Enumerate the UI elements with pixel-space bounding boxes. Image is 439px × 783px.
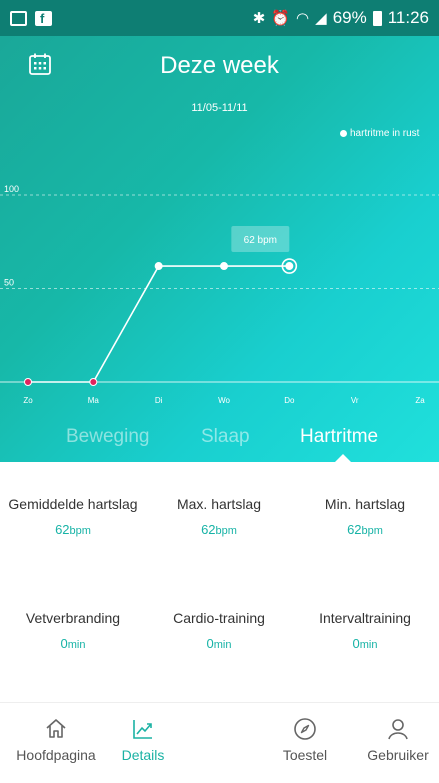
tab-slaap[interactable]: Slaap xyxy=(201,426,250,448)
heart-rate-chart: 100 50 62 bpm Zo Ma Di Wo Do Vr Za xyxy=(0,184,439,405)
nav-item-home[interactable]: Hoofdpagina xyxy=(8,717,104,763)
y-tick-label: 100 xyxy=(4,184,19,194)
nav-item-details[interactable]: Details xyxy=(108,717,178,763)
date-range: 11/05-11/11 xyxy=(191,102,248,114)
data-point xyxy=(24,378,32,386)
alarm-icon: ⏰ xyxy=(271,10,291,27)
stat-value: 62bpm xyxy=(55,522,91,537)
nav-item-device[interactable]: Toestel xyxy=(270,717,340,763)
stat-cardio-training: Cardio-training 0min xyxy=(146,610,292,651)
header: Deze week xyxy=(0,36,439,96)
phone-screen: f ✱ ⏰ ◠ ◢ 69% 11:26 Deze week 11/05-11/1… xyxy=(0,0,439,783)
nav-label: Toestel xyxy=(282,747,328,763)
stat-max-heart-rate: Max. hartslag 62bpm xyxy=(146,496,292,537)
stats-panel: Gemiddelde hartslag 62bpm Max. hartslag … xyxy=(0,462,439,702)
x-tick-label: Wo xyxy=(218,396,230,405)
nav-item-user[interactable]: Gebruiker xyxy=(358,717,438,763)
stat-value: 0min xyxy=(206,636,232,651)
legend-dot-icon xyxy=(340,130,347,137)
data-point xyxy=(220,262,228,271)
legend-label: hartritme in rust xyxy=(350,128,420,139)
x-tick-label: Za xyxy=(415,396,425,405)
clock: 11:26 xyxy=(387,8,429,27)
stat-label: Min. hartslag xyxy=(324,496,406,512)
stat-value: 62bpm xyxy=(201,522,237,537)
tab-beweging[interactable]: Beweging xyxy=(66,426,149,448)
chart-icon xyxy=(133,720,152,739)
battery-icon xyxy=(372,10,382,26)
tooltip-text: 62 bpm xyxy=(244,235,277,246)
stat-min-heart-rate: Min. hartslag 62bpm xyxy=(292,496,438,537)
stat-fat-burning: Vetverbranding 0min xyxy=(0,610,146,651)
facebook-notification-icon: f xyxy=(35,10,52,26)
page-title: Deze week xyxy=(160,52,279,79)
bottom-navigation: Hoofdpagina Details Toestel Gebruiker xyxy=(0,702,439,783)
x-tick-label: Di xyxy=(155,396,163,405)
data-point xyxy=(154,262,163,271)
stat-label: Vetverbranding xyxy=(25,610,121,626)
tab-hartritme[interactable]: Hartritme xyxy=(300,426,378,448)
user-icon xyxy=(388,719,408,740)
stat-label: Max. hartslag xyxy=(176,496,262,512)
stat-value: 0min xyxy=(352,636,378,651)
nav-label: Gebruiker xyxy=(367,747,429,763)
bluetooth-icon: ✱ xyxy=(252,10,266,27)
stat-interval-training: Intervaltraining 0min xyxy=(292,610,438,651)
x-tick-label: Zo xyxy=(23,396,33,405)
stat-label: Intervaltraining xyxy=(319,610,411,626)
y-tick-label: 50 xyxy=(4,278,14,288)
wifi-icon: ◠ xyxy=(296,10,310,27)
signal-icon: ◢ xyxy=(315,10,327,27)
compass-icon xyxy=(294,718,316,740)
stat-label: Gemiddelde hartslag xyxy=(8,496,138,512)
data-point xyxy=(285,262,294,271)
home-icon xyxy=(46,719,66,738)
active-tab-pointer xyxy=(335,454,351,462)
series-line xyxy=(28,265,290,383)
x-tick-label: Do xyxy=(284,396,295,405)
stat-value: 62bpm xyxy=(347,522,383,537)
nav-label: Details xyxy=(121,747,165,763)
stat-value: 0min xyxy=(60,636,86,651)
data-point xyxy=(89,378,98,386)
nav-label: Hoofdpagina xyxy=(16,747,96,763)
status-bar: f ✱ ⏰ ◠ ◢ 69% 11:26 xyxy=(0,0,439,36)
stat-label: Cardio-training xyxy=(173,610,265,626)
gallery-notification-icon xyxy=(10,10,27,26)
battery-percent: 69% xyxy=(332,8,367,27)
x-tick-label: Vr xyxy=(351,396,359,405)
stat-avg-heart-rate: Gemiddelde hartslag 62bpm xyxy=(0,496,146,537)
segment-tabs: Beweging Slaap Hartritme xyxy=(0,422,439,462)
chart-legend: hartritme in rust xyxy=(340,128,419,139)
x-tick-label: Ma xyxy=(88,396,100,405)
